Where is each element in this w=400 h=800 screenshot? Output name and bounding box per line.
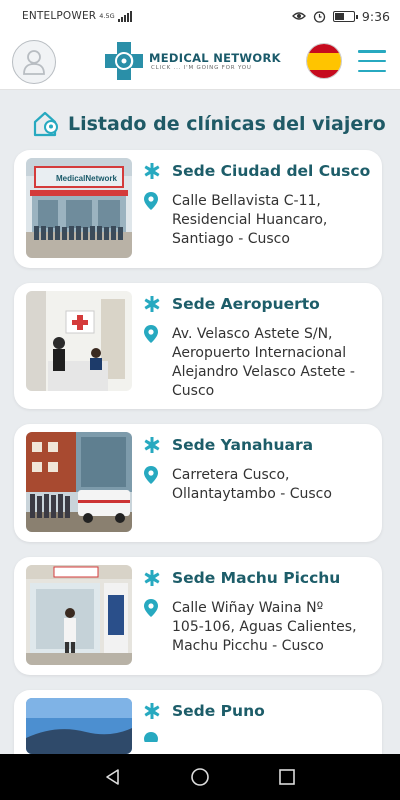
clinic-address: Calle Wiñay Waina Nº 105-106, Aguas Cali… — [172, 600, 357, 654]
clinic-name: Sede Machu Picchu — [172, 569, 341, 587]
app-header: MEDICAL NETWORK CLICK ... I'M GOING FOR … — [0, 32, 400, 90]
menu-line — [358, 50, 386, 53]
clinic-name-row: Sede Aeropuerto — [144, 295, 320, 313]
status-bar: ENTELPOWER 4.5G 9:36 — [0, 0, 400, 32]
clinic-name: Sede Ciudad del Cusco — [172, 162, 371, 180]
asterisk-medical-icon — [144, 437, 160, 453]
page-title-row: Listado de clínicas del viajero — [32, 110, 386, 138]
logo-title: MEDICAL NETWORK — [149, 51, 281, 65]
clinic-address-row: Calle Wiñay Waina Nº 105-106, Aguas Cali… — [144, 599, 372, 656]
app-logo: MEDICAL NETWORK CLICK ... I'M GOING FOR … — [103, 40, 281, 82]
clinic-card[interactable]: MedicalNetwork Sede Ciudad del Cusco Cal… — [14, 150, 382, 268]
carrier-name: ENTELPOWER — [22, 10, 97, 22]
clinic-name-row: Sede Machu Picchu — [144, 569, 340, 587]
user-avatar-button[interactable] — [12, 40, 56, 84]
clinic-name-row: Sede Yanahuara — [144, 436, 313, 454]
asterisk-medical-icon — [144, 570, 160, 586]
clinic-address-row: Calle Bellavista C-11, Residencial Huanc… — [144, 192, 372, 249]
menu-line — [358, 69, 386, 72]
clinic-card[interactable]: Sede Puno — [14, 690, 382, 754]
location-pin-icon — [144, 325, 158, 343]
location-pin-icon — [144, 599, 158, 617]
location-pin-icon — [144, 466, 158, 484]
clinic-address: Av. Velasco Astete S/N, Aeropuerto Inter… — [172, 326, 355, 399]
clinic-name: Sede Yanahuara — [172, 436, 314, 454]
home-circle-icon[interactable] — [190, 767, 210, 787]
network-type: 4.5G — [99, 11, 115, 20]
clinic-photo — [26, 291, 132, 391]
clinic-address: Carretera Cusco, Ollantaytambo - Cusco — [172, 467, 332, 502]
hamburger-menu-button[interactable] — [358, 50, 386, 72]
asterisk-medical-icon — [144, 703, 160, 719]
logo-text: MEDICAL NETWORK CLICK ... I'M GOING FOR … — [149, 51, 281, 71]
system-nav-bar — [0, 754, 400, 800]
clinic-address: Calle Bellavista C-11, Residencial Huanc… — [172, 193, 328, 247]
signal-icon — [117, 10, 132, 22]
clinic-photo — [26, 432, 132, 532]
location-pin-icon — [144, 192, 158, 210]
clinic-name: Sede Aeropuerto — [172, 295, 320, 313]
clinic-photo — [26, 698, 132, 754]
menu-line — [358, 59, 386, 63]
eye-icon — [292, 12, 306, 20]
clinic-card[interactable]: Sede Machu Picchu Calle Wiñay Waina Nº 1… — [14, 557, 382, 675]
clinic-card[interactable]: Sede Yanahuara Carretera Cusco, Ollantay… — [14, 424, 382, 542]
recents-square-icon[interactable] — [278, 768, 296, 786]
clinic-address-row: Carretera Cusco, Ollantaytambo - Cusco — [144, 466, 372, 504]
clinic-name: Sede Puno — [172, 702, 265, 720]
page-title: Listado de clínicas del viajero — [68, 113, 386, 135]
location-pin-icon — [144, 732, 158, 742]
asterisk-medical-icon — [144, 163, 160, 179]
alarm-icon — [313, 10, 326, 23]
user-avatar-icon — [23, 50, 45, 75]
clinic-name-row: Sede Puno — [144, 702, 265, 720]
logo-subtitle: CLICK ... I'M GOING FOR YOU — [151, 65, 252, 71]
medical-cross-logo-icon — [105, 42, 143, 80]
battery-icon — [332, 10, 358, 22]
clinic-photo-sign: MedicalNetwork — [56, 174, 117, 183]
clinic-name-row: Sede Ciudad del Cusco — [144, 162, 370, 180]
clinic-photo — [26, 565, 132, 665]
clinic-address-row: Av. Velasco Astete S/N, Aeropuerto Inter… — [144, 325, 372, 401]
language-flag-button[interactable] — [306, 43, 342, 79]
status-left: ENTELPOWER 4.5G — [22, 10, 132, 22]
clinic-photo: MedicalNetwork — [26, 158, 132, 258]
clinic-address-row — [144, 732, 158, 742]
status-time: 9:36 — [361, 8, 390, 24]
asterisk-medical-icon — [144, 296, 160, 312]
clinic-card[interactable]: Sede Aeropuerto Av. Velasco Astete S/N, … — [14, 283, 382, 409]
back-triangle-icon[interactable] — [104, 768, 122, 786]
home-location-icon — [33, 111, 58, 137]
status-right: 9:36 — [292, 9, 390, 24]
